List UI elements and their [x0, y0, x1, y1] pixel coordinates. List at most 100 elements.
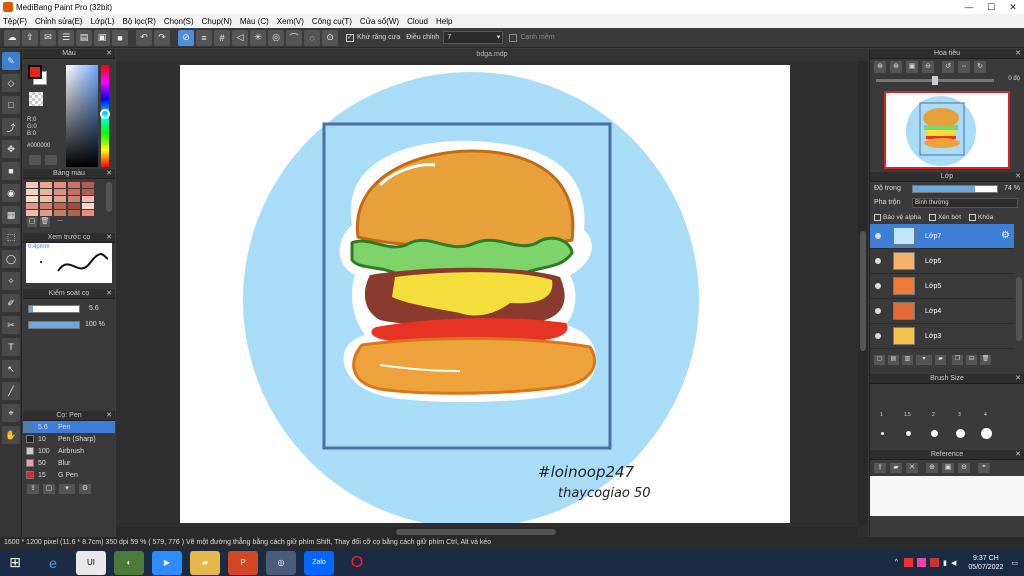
- panel-close-icon[interactable]: ✕: [106, 411, 112, 421]
- powerpoint-icon[interactable]: P: [228, 550, 258, 575]
- settings-snap-icon[interactable]: ⊙: [322, 29, 338, 46]
- chat-icon[interactable]: ☰: [58, 29, 74, 46]
- layer-row[interactable]: Lớp4: [870, 299, 1014, 324]
- palette-swatch[interactable]: [40, 182, 52, 188]
- comment-icon[interactable]: ✉: [40, 29, 56, 46]
- gradient-tool-icon[interactable]: ▦: [2, 206, 20, 224]
- redo-icon[interactable]: ↷: [154, 29, 170, 46]
- folder-icon[interactable]: ▰: [935, 355, 946, 365]
- layer-settings-icon[interactable]: ⚙: [1001, 230, 1010, 241]
- panel-close-icon[interactable]: ✕: [106, 49, 112, 59]
- palette-swatch[interactable]: [54, 210, 66, 216]
- canvas-paper[interactable]: #loinoop247 thaycogiao 50: [180, 65, 790, 528]
- panel-close-icon[interactable]: ✕: [106, 233, 112, 243]
- brush-list-item[interactable]: 15 G Pen: [23, 469, 115, 481]
- duplicate-layer-icon[interactable]: ❐: [952, 355, 963, 365]
- eyedropper-tool-icon[interactable]: ⌖: [2, 404, 20, 422]
- adjust-select[interactable]: 7: [443, 31, 504, 44]
- text-tool-icon[interactable]: T: [2, 338, 20, 356]
- palette-swatch[interactable]: [54, 189, 66, 195]
- magic-wand-tool-icon[interactable]: ✧: [2, 272, 20, 290]
- reference-fit-icon[interactable]: ▣: [942, 463, 954, 473]
- menu-window[interactable]: Cửa sổ(W): [360, 17, 399, 26]
- visibility-eye-icon[interactable]: [875, 283, 881, 289]
- navigator-thumbnail[interactable]: [884, 91, 1010, 169]
- spinner-app-icon[interactable]: ◐: [114, 550, 144, 575]
- export-icon[interactable]: ▣: [94, 29, 110, 46]
- color-mode-icon[interactable]: [29, 155, 41, 165]
- palette-scrollbar[interactable]: [106, 182, 112, 212]
- palette-swatch[interactable]: [26, 182, 38, 188]
- perspective-snap-icon[interactable]: ◁: [232, 29, 248, 46]
- menu-cloud[interactable]: Cloud: [407, 17, 428, 26]
- divide-tool-icon[interactable]: ╱: [2, 382, 20, 400]
- delete-layer-icon[interactable]: 🗑: [980, 355, 991, 365]
- zoom-in-icon[interactable]: ⊕: [874, 61, 886, 73]
- edge-browser-icon[interactable]: e: [38, 551, 68, 575]
- curve-snap-icon[interactable]: ⌒: [286, 29, 302, 46]
- canvas-horizontal-scrollbar[interactable]: [116, 527, 858, 537]
- opera-browser-icon[interactable]: O: [342, 551, 372, 575]
- rotation-slider-handle[interactable]: [932, 76, 938, 85]
- brush-settings-icon[interactable]: ⚙: [79, 484, 91, 494]
- clip-checkbox[interactable]: [928, 213, 936, 221]
- panel-close-icon[interactable]: ✕: [1015, 49, 1021, 59]
- reference-close-icon[interactable]: ✕: [906, 463, 918, 473]
- layer-row[interactable]: Lớp7 ⚙: [870, 224, 1014, 249]
- panel-close-icon[interactable]: ✕: [106, 169, 112, 179]
- zoom-out-icon[interactable]: ⊖: [922, 61, 934, 73]
- hand-tool-icon[interactable]: ✋: [2, 426, 20, 444]
- brush-opacity-slider[interactable]: [28, 321, 80, 329]
- reference-eyedropper-icon[interactable]: ⌖: [978, 463, 990, 473]
- new-8bit-layer-icon[interactable]: ▥: [902, 355, 913, 365]
- palette-swatch[interactable]: [40, 189, 52, 195]
- palette-swatch[interactable]: [82, 196, 94, 202]
- medibang-app-icon[interactable]: ◎: [266, 550, 296, 575]
- brush-list-item[interactable]: 50 Blur: [23, 457, 115, 469]
- menu-tools[interactable]: Công cụ(T): [312, 17, 352, 26]
- close-button[interactable]: ✕: [1002, 0, 1024, 14]
- file-explorer-icon[interactable]: ▰: [190, 550, 220, 575]
- reference-zoom-in-icon[interactable]: ⊕: [926, 463, 938, 473]
- palette-more[interactable]: ---: [57, 218, 63, 224]
- color-picker-area[interactable]: [66, 65, 98, 167]
- size-dot-1[interactable]: [881, 432, 884, 435]
- palette-swatch[interactable]: [40, 203, 52, 209]
- lock-checkbox[interactable]: [969, 213, 977, 221]
- visibility-eye-icon[interactable]: [875, 258, 881, 264]
- layer-row[interactable]: Lớp3: [870, 324, 1014, 349]
- page-icon[interactable]: ▤: [76, 29, 92, 46]
- brush-tool-icon[interactable]: ✎: [2, 52, 20, 70]
- menu-filter[interactable]: Bộ lọc(R): [123, 17, 156, 26]
- soft-edge-checkbox[interactable]: Cạnh mềm: [509, 33, 555, 42]
- parallel-snap-icon[interactable]: ≡: [196, 29, 212, 46]
- palette-new-icon[interactable]: ▢: [27, 217, 37, 227]
- panel-close-icon[interactable]: ✕: [1015, 172, 1021, 182]
- new-layer-icon[interactable]: ▢: [874, 355, 885, 365]
- menu-help[interactable]: Help: [436, 17, 452, 26]
- palette-swatch[interactable]: [82, 210, 94, 216]
- select-pen-tool-icon[interactable]: ✐: [2, 294, 20, 312]
- fit-icon[interactable]: ▣: [906, 61, 918, 73]
- cloud-icon[interactable]: ☁: [4, 29, 20, 46]
- menu-snap[interactable]: Chụp(N): [202, 17, 232, 26]
- palette-swatch[interactable]: [40, 196, 52, 202]
- operation-tool-icon[interactable]: ↖: [2, 360, 20, 378]
- size-dot-4[interactable]: [956, 429, 965, 438]
- protect-alpha-checkbox[interactable]: [874, 213, 881, 221]
- notification-icon[interactable]: ▭: [1011, 559, 1018, 567]
- clock[interactable]: 9:37 CH 05/07/2022: [968, 554, 1003, 572]
- zoom-app-icon[interactable]: ▶: [152, 550, 182, 575]
- reference-zoom-out-icon[interactable]: ⊖: [958, 463, 970, 473]
- maximize-button[interactable]: ☐: [980, 0, 1002, 14]
- rect-tool-icon[interactable]: □: [2, 96, 20, 114]
- transparent-color-swatch[interactable]: [29, 92, 43, 106]
- rotate-left-icon[interactable]: ↺: [942, 61, 954, 73]
- lasso-tool-icon[interactable]: ◯: [2, 250, 20, 268]
- radial-snap-icon[interactable]: ✳: [250, 29, 266, 46]
- zalo-app-icon[interactable]: Zalo: [304, 550, 334, 575]
- menu-select[interactable]: Chọn(S): [164, 17, 194, 26]
- layer-list-scrollbar[interactable]: [1016, 277, 1022, 341]
- rotate-snap-icon[interactable]: ◌: [304, 29, 320, 46]
- canvas-vertical-scrollbar[interactable]: [858, 61, 868, 527]
